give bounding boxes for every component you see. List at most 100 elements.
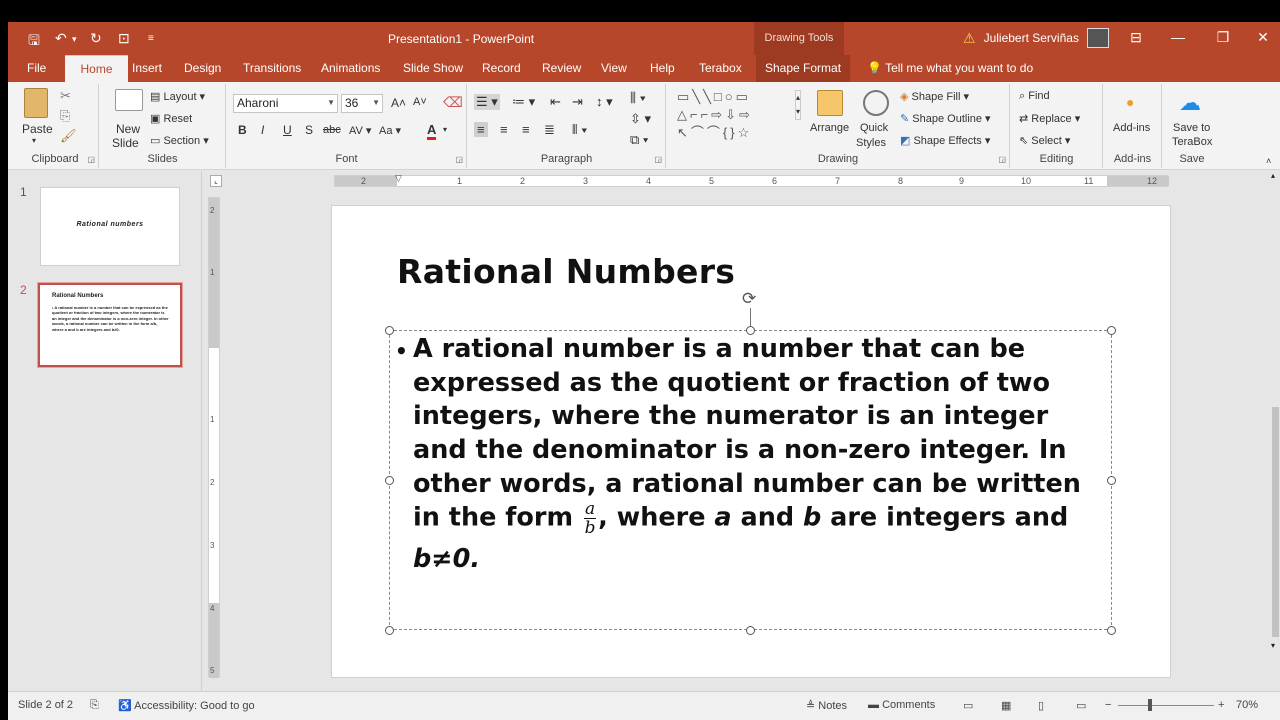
user-account[interactable]: ⚠ Juliebert Serviñas xyxy=(963,28,1109,48)
italic-button[interactable]: I xyxy=(261,123,264,137)
customize-toolbar-icon[interactable]: ≡ xyxy=(148,33,154,44)
tab-transitions[interactable]: Transitions xyxy=(234,55,310,82)
horizontal-ruler[interactable]: ▽ 2 1 2 3 4 5 6 7 8 9 10 11 12 xyxy=(334,173,1169,187)
slide-thumbnail-2[interactable]: Rational Numbers • A rational number is … xyxy=(37,282,183,368)
cloud-upload-icon[interactable]: ☁ xyxy=(1179,90,1201,116)
text-direction-icon[interactable]: ⫼ ▾ xyxy=(630,90,646,106)
increase-indent-icon[interactable]: ⇥ xyxy=(572,94,583,110)
save-icon[interactable]: 🖫 xyxy=(28,30,40,54)
font-size-select[interactable]: 36 ▼ xyxy=(341,94,383,113)
strikethrough-button[interactable]: abc xyxy=(323,124,341,136)
rotate-handle-icon[interactable]: ⟳ xyxy=(742,289,756,309)
tab-animations[interactable]: Animations xyxy=(312,55,389,82)
increase-font-icon[interactable]: A˄ xyxy=(391,96,406,110)
shadow-button[interactable]: S xyxy=(305,123,313,137)
align-right-icon[interactable]: ≡ xyxy=(522,122,530,137)
slide-canvas[interactable]: Rational Numbers ⟳ • A rational number i… xyxy=(332,206,1170,677)
paste-icon[interactable] xyxy=(24,88,48,118)
scroll-down-icon[interactable]: ▾ xyxy=(1271,641,1275,650)
paste-button[interactable]: Paste xyxy=(22,122,53,136)
save-to-terabox-line2[interactable]: TeraBox xyxy=(1172,136,1212,148)
zoom-slider[interactable] xyxy=(1118,705,1214,706)
smartart-icon[interactable]: ⧉ ▾ xyxy=(630,132,648,148)
change-case-button[interactable]: Aa ▾ xyxy=(379,124,401,137)
shape-effects-button[interactable]: ◩ Shape Effects ▾ xyxy=(900,134,990,147)
format-painter-icon[interactable]: 🖌 xyxy=(60,128,77,144)
replace-button[interactable]: ⇄ Replace ▾ xyxy=(1019,112,1080,125)
font-color-dropdown-icon[interactable]: ▾ xyxy=(443,125,447,134)
zoom-in-icon[interactable]: + xyxy=(1218,699,1224,711)
tab-insert[interactable]: Insert xyxy=(123,55,171,82)
paste-dropdown-icon[interactable]: ▾ xyxy=(32,136,36,145)
bullets-icon[interactable]: ☰ ▾ xyxy=(474,94,500,110)
ribbon-display-options-icon[interactable]: ⊟ xyxy=(1121,29,1151,46)
quick-styles-icon[interactable] xyxy=(863,90,889,116)
resize-handle-br[interactable] xyxy=(1107,626,1116,635)
spell-check-icon[interactable]: ⎘ xyxy=(90,699,99,712)
addins-button[interactable]: Add-ins xyxy=(1113,122,1150,134)
slideshow-view-icon[interactable]: ▭ xyxy=(1076,699,1086,712)
resize-handle-b[interactable] xyxy=(746,626,755,635)
addins-icon[interactable]: ● xyxy=(1126,94,1134,110)
tab-slide-show[interactable]: Slide Show xyxy=(394,55,472,82)
columns-icon[interactable]: ⫴ ▾ xyxy=(572,122,587,138)
collapse-ribbon-icon[interactable]: ˄ xyxy=(1266,156,1271,166)
shape-fill-button[interactable]: ◈ Shape Fill ▾ xyxy=(900,90,969,103)
arrange-icon[interactable] xyxy=(817,90,843,116)
zoom-out-icon[interactable]: − xyxy=(1105,699,1111,711)
paragraph-launcher-icon[interactable]: ◲ xyxy=(654,155,662,164)
line-spacing-icon[interactable]: ↕ ▾ xyxy=(596,94,613,110)
new-slide-button-line2[interactable]: Slide xyxy=(112,136,139,150)
font-family-select[interactable]: Aharoni ▼ xyxy=(233,94,338,113)
start-slideshow-icon[interactable]: ⊡ xyxy=(118,30,130,47)
resize-handle-bl[interactable] xyxy=(385,626,394,635)
slide-thumbnail-1[interactable]: Rational numbers xyxy=(40,187,180,266)
vertical-ruler[interactable]: 2 1 1 2 3 4 5 xyxy=(208,197,220,678)
new-slide-icon[interactable] xyxy=(115,89,143,111)
close-icon[interactable]: ✕ xyxy=(1248,29,1278,46)
accessibility-status[interactable]: ♿ Accessibility: Good to go xyxy=(118,699,255,712)
indent-marker-icon[interactable]: ▽ xyxy=(395,173,402,184)
decrease-font-icon[interactable]: A˅ xyxy=(413,96,427,108)
clear-formatting-icon[interactable]: ⌫ xyxy=(443,94,463,111)
tab-shape-format[interactable]: Shape Format xyxy=(756,55,851,82)
select-button[interactable]: ⇖ Select ▾ xyxy=(1019,134,1070,147)
restore-icon[interactable]: ❐ xyxy=(1208,29,1238,46)
normal-view-icon[interactable]: ▭ xyxy=(963,699,973,712)
align-text-icon[interactable]: ⇳ ▾ xyxy=(630,111,651,127)
tab-terabox[interactable]: Terabox xyxy=(690,55,751,82)
scroll-thumb[interactable] xyxy=(1272,407,1279,637)
vertical-scrollbar[interactable]: ▴ ▾ xyxy=(1271,171,1280,691)
cut-icon[interactable]: ✂ xyxy=(60,88,71,104)
shape-outline-button[interactable]: ✎ Shape Outline ▾ xyxy=(900,112,991,125)
character-spacing-button[interactable]: AV ▾ xyxy=(349,124,371,137)
slide-title[interactable]: Rational Numbers xyxy=(397,252,735,291)
tab-view[interactable]: View xyxy=(592,55,636,82)
zoom-level[interactable]: 70% xyxy=(1236,699,1258,711)
tab-home[interactable]: Home xyxy=(65,55,128,82)
font-color-button[interactable]: A xyxy=(427,122,437,140)
quick-styles-button[interactable]: Quick xyxy=(860,122,888,134)
section-button[interactable]: ▭ Section ▾ xyxy=(150,134,209,147)
shapes-more-icon[interactable]: ▴ ▾ xyxy=(795,90,802,120)
resize-handle-r[interactable] xyxy=(1107,476,1116,485)
numbering-icon[interactable]: ≔ ▾ xyxy=(512,94,535,110)
tab-design[interactable]: Design xyxy=(175,55,230,82)
font-launcher-icon[interactable]: ◲ xyxy=(455,155,463,164)
undo-icon[interactable]: ↶ xyxy=(55,30,67,47)
clipboard-launcher-icon[interactable]: ◲ xyxy=(87,155,95,164)
comments-button[interactable]: ▬ Comments xyxy=(868,699,935,711)
arrange-button[interactable]: Arrange xyxy=(810,122,849,134)
decrease-indent-icon[interactable]: ⇤ xyxy=(550,94,561,110)
drawing-launcher-icon[interactable]: ◲ xyxy=(998,155,1006,164)
layout-button[interactable]: ▤ Layout ▾ xyxy=(150,90,205,103)
copy-icon[interactable]: ⎘ xyxy=(60,108,70,124)
new-slide-button[interactable]: New xyxy=(116,122,140,136)
justify-icon[interactable]: ≣ xyxy=(544,122,555,138)
resize-handle-tr[interactable] xyxy=(1107,326,1116,335)
resize-handle-l[interactable] xyxy=(385,476,394,485)
undo-dropdown-icon[interactable]: ▾ xyxy=(72,34,77,45)
find-button[interactable]: ⌕ Find xyxy=(1019,90,1050,103)
shapes-gallery[interactable]: ▭╲╲□○▭ △⌐⌐⇨⇩⇨ ↖⌒⌒{}☆ xyxy=(677,88,803,144)
resize-handle-tl[interactable] xyxy=(385,326,394,335)
